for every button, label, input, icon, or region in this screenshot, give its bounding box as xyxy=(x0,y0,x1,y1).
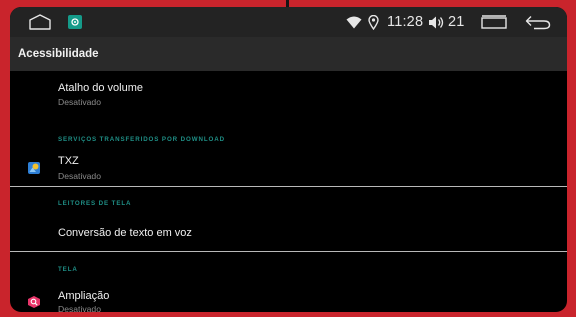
section-header-downloaded-services: SERVIÇOS TRANSFERIDOS POR DOWNLOAD xyxy=(58,136,225,143)
wifi-icon xyxy=(346,15,362,29)
list-item-title: TXZ xyxy=(58,155,79,167)
list-item-subtitle: Desativado xyxy=(58,304,101,312)
magnification-icon xyxy=(28,295,40,308)
list-item-subtitle: Desativado xyxy=(58,171,101,181)
list-item-text-to-speech[interactable]: Conversão de texto em voz xyxy=(10,215,567,247)
back-icon[interactable] xyxy=(524,14,552,30)
volume-icon[interactable] xyxy=(428,14,446,30)
divider xyxy=(10,186,567,187)
volume-level: 21 xyxy=(448,14,465,30)
list-item-volume-shortcut[interactable]: Atalho do volume Desativado xyxy=(10,71,567,123)
txz-app-icon xyxy=(28,161,40,174)
list-item-title: Ampliação xyxy=(58,290,110,302)
device-screen: 11:28 21 Acessibilidade Atalho do volume… xyxy=(10,7,567,312)
list-item-magnification[interactable]: Ampliação Desativado xyxy=(10,281,567,312)
settings-badge-icon xyxy=(68,15,82,29)
divider xyxy=(10,251,567,252)
app-bar: Acessibilidade xyxy=(10,37,567,71)
section-header-display: TELA xyxy=(58,266,78,273)
home-icon[interactable] xyxy=(27,13,53,31)
list-item-title: Atalho do volume xyxy=(58,82,143,94)
list-item-txz[interactable]: TXZ Desativado xyxy=(10,151,567,187)
status-bar: 11:28 21 xyxy=(10,7,567,37)
location-icon xyxy=(367,14,379,30)
clock: 11:28 xyxy=(387,14,424,30)
page-title: Acessibilidade xyxy=(18,48,99,60)
recent-apps-icon[interactable] xyxy=(480,14,508,30)
section-header-screen-readers: LEITORES DE TELA xyxy=(58,200,132,207)
list-item-subtitle: Desativado xyxy=(58,97,101,107)
list-item-title: Conversão de texto em voz xyxy=(58,227,192,239)
